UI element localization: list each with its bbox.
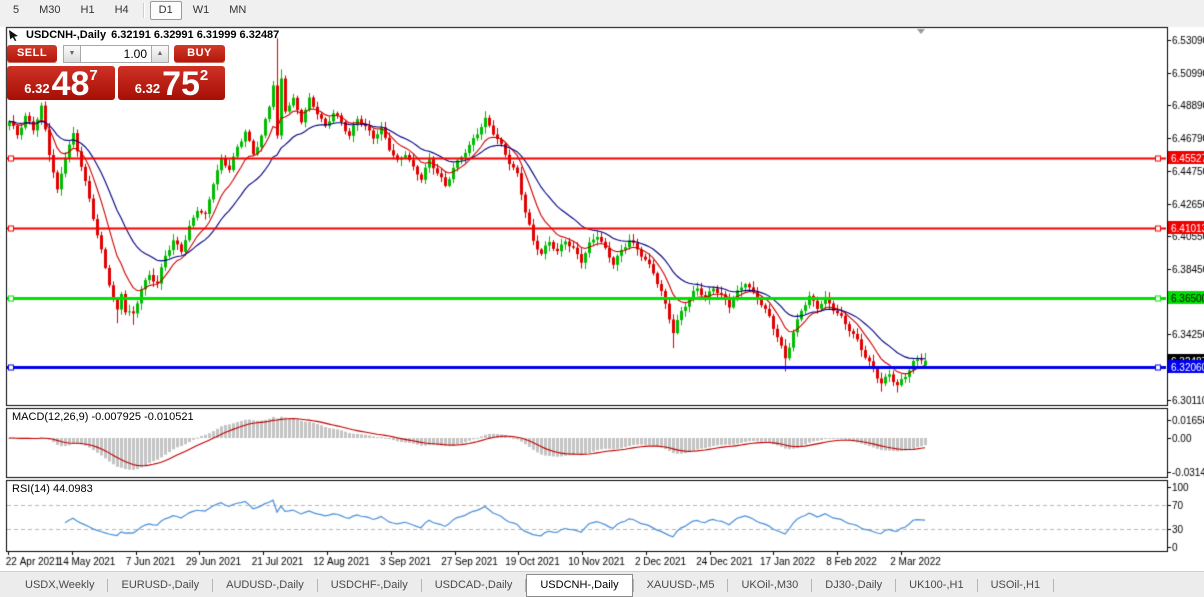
chart-tab-usdcnh[interactable]: USDCNH-,Daily [526, 573, 633, 597]
chart-cursor-icon [9, 29, 21, 41]
chart-header: USDCNH-,Daily 6.32191 6.32991 6.31999 6.… [9, 29, 279, 41]
sell-button[interactable]: SELL [7, 45, 57, 63]
volume-input[interactable] [81, 45, 151, 63]
one-click-trade-panel: SELL ▼ ▲ BUY 6.32 48 7 6.32 75 2 [7, 45, 225, 103]
timeframe-button-mn[interactable]: MN [220, 1, 255, 20]
sell-price-big: 48 [51, 65, 90, 103]
timeframe-button-h1[interactable]: H1 [72, 1, 104, 20]
buy-price-main: 6.32 [134, 81, 161, 96]
volume-decrease-button[interactable]: ▼ [63, 45, 81, 63]
chart-tab-ukoil[interactable]: UKOil-,M30 [728, 574, 811, 596]
timeframe-toolbar: 5 M30 H1 H4 D1 W1 MN [0, 0, 1204, 22]
chart-tab-xauusd[interactable]: XAUUSD-,M5 [634, 574, 728, 596]
chart-tab-usdcad[interactable]: USDCAD-,Daily [422, 574, 526, 596]
chart-tab-eurusd[interactable]: EURUSD-,Daily [108, 574, 212, 596]
timeframe-button-w1[interactable]: W1 [184, 1, 219, 20]
chart-tab-bar: USDX,Weekly EURUSD-,Daily AUDUSD-,Daily USD… [0, 571, 1204, 597]
buy-price-button[interactable]: 6.32 75 2 [118, 65, 225, 103]
chart-tab-usoil[interactable]: USOil-,H1 [978, 574, 1054, 596]
sell-price-main: 6.32 [24, 81, 50, 96]
chart-tab-audusd[interactable]: AUDUSD-,Daily [213, 574, 317, 596]
timeframe-button-d1[interactable]: D1 [149, 1, 182, 20]
chart-tab-usdchf[interactable]: USDCHF-,Daily [318, 574, 421, 596]
chart-title: USDCNH-,Daily [26, 29, 107, 41]
timeframe-button-m30[interactable]: M30 [30, 1, 69, 20]
trade-panel-price-row: 6.32 48 7 6.32 75 2 [7, 65, 225, 103]
macd-indicator-label: MACD(12,26,9) -0.007925 -0.010521 [12, 411, 194, 423]
buy-price-sup: 2 [199, 67, 209, 84]
tab-separator [1053, 578, 1055, 592]
toolbar-separator [142, 3, 145, 18]
chart-tab-uk100[interactable]: UK100-,H1 [896, 574, 976, 596]
volume-increase-button[interactable]: ▲ [151, 45, 169, 63]
timeframe-button-5[interactable]: 5 [4, 1, 28, 20]
mt4-window: 5 M30 H1 H4 D1 W1 MN USDCNH-,Daily 6.32191 6.3… [0, 0, 1204, 597]
chart-tab-dj30[interactable]: DJ30-,Daily [812, 574, 895, 596]
buy-price-big: 75 [162, 65, 200, 103]
volume-spinner: ▼ ▲ [63, 45, 169, 63]
trade-panel-top-row: SELL ▼ ▲ BUY [7, 45, 225, 63]
sell-price-sup: 7 [89, 67, 98, 84]
buy-button[interactable]: BUY [174, 45, 225, 63]
chart-tab-usdx[interactable]: USDX,Weekly [12, 574, 107, 596]
timeframe-button-h4[interactable]: H4 [106, 1, 138, 20]
rsi-indicator-label: RSI(14) 44.0983 [12, 483, 93, 495]
sell-price-button[interactable]: 6.32 48 7 [7, 65, 115, 103]
chart-ohlc-values: 6.32191 6.32991 6.31999 6.32487 [111, 29, 280, 41]
